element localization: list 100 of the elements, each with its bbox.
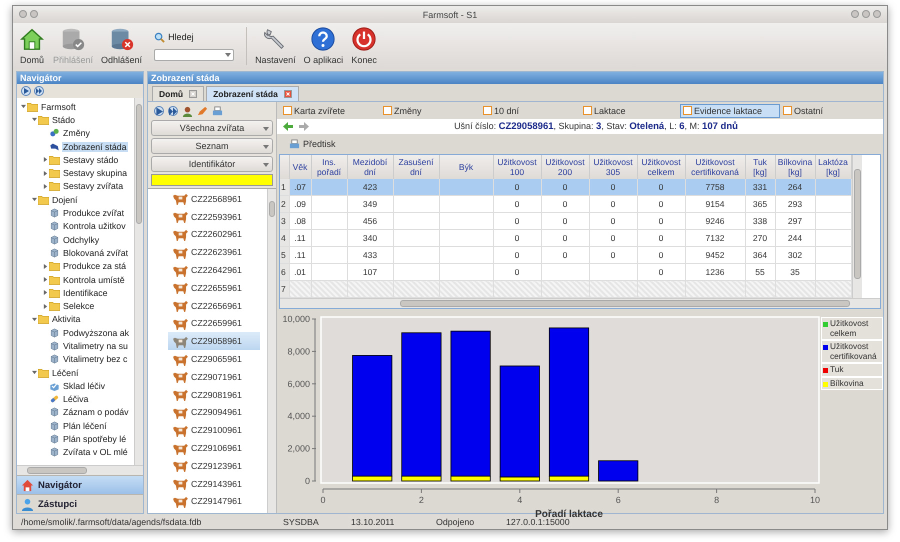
column-header[interactable]: Věk: [289, 155, 311, 179]
tree-item[interactable]: Zvířata v OL mlé: [62, 447, 129, 458]
tree-item[interactable]: Stádo: [51, 114, 76, 125]
animal-list-item[interactable]: CZ22623961: [168, 243, 260, 262]
tree-item[interactable]: Farmsoft: [40, 102, 77, 112]
animal-list-item[interactable]: CZ29100961: [168, 421, 260, 440]
expand-arrow-icon[interactable]: [42, 170, 48, 176]
scrollbar[interactable]: [267, 189, 276, 513]
tree-item[interactable]: Sestavy zvířata: [62, 181, 124, 192]
expand-arrow-icon[interactable]: [42, 264, 48, 269]
animal-list-item[interactable]: CZ22655961: [168, 278, 260, 297]
tab[interactable]: Zobrazení stáda: [206, 86, 299, 101]
animal-list-item[interactable]: CZ22602961: [168, 226, 260, 244]
expand-arrow-icon[interactable]: [42, 290, 48, 296]
animal-list-item[interactable]: CZ29143961: [168, 474, 260, 493]
expand-arrow-icon[interactable]: [42, 184, 48, 189]
animal-list-item[interactable]: CZ29123961: [168, 456, 260, 475]
expand-arrow-icon[interactable]: [42, 157, 48, 162]
scrollbar[interactable]: [17, 465, 143, 475]
tree-item[interactable]: Identifikace: [62, 288, 108, 298]
collapse-arrow-icon[interactable]: [20, 104, 26, 110]
collapse-arrow-icon[interactable]: [32, 370, 36, 376]
tree-item[interactable]: Zobrazení stáda: [62, 142, 128, 152]
filter-dropdown[interactable]: Seznam: [151, 138, 273, 154]
tab[interactable]: 10 dní: [480, 104, 580, 118]
tree-item[interactable]: Blokovaná zvířat: [62, 248, 130, 258]
fast-forward-button[interactable]: [34, 86, 44, 96]
tree-item[interactable]: Sestavy skupina: [62, 168, 128, 178]
column-header[interactable]: Užitkovost celkem: [637, 155, 685, 179]
window-menu-button[interactable]: [19, 10, 27, 18]
animal-list-item[interactable]: CZ22659961: [168, 314, 260, 332]
back-arrow-icon[interactable]: [283, 122, 293, 131]
toolbar-button[interactable]: Konec: [349, 23, 380, 69]
close-icon[interactable]: [284, 90, 292, 98]
tree-item[interactable]: Plán léčení: [62, 420, 108, 431]
play-button[interactable]: [21, 86, 31, 96]
column-header[interactable]: Laktóza [kg]: [815, 155, 851, 179]
window-pin-button[interactable]: [30, 10, 38, 18]
tree-item[interactable]: Kontrola užitkov: [62, 221, 127, 232]
tree-item[interactable]: Vitalimetry na su: [62, 340, 129, 351]
tab[interactable]: Evidence laktace: [680, 104, 780, 118]
filter-dropdown[interactable]: Identifikátor: [151, 156, 273, 172]
navigator-section-button[interactable]: Zástupci: [17, 494, 143, 513]
tree-item[interactable]: Kontrola umístě: [62, 274, 126, 284]
tree-item[interactable]: Léčiva: [62, 394, 90, 404]
expand-arrow-icon[interactable]: [42, 277, 48, 282]
scrollbar[interactable]: [280, 298, 880, 308]
column-header[interactable]: Mezidobí dní: [347, 155, 393, 179]
animal-list-item[interactable]: CZ29065961: [168, 350, 260, 368]
tree-item[interactable]: Produkce za stá: [62, 261, 128, 272]
animal-list-item[interactable]: CZ29058961: [168, 332, 260, 350]
person-icon[interactable]: [182, 106, 193, 116]
tree-item[interactable]: Selekce: [62, 301, 96, 312]
play-button[interactable]: [154, 106, 164, 116]
collapse-arrow-icon[interactable]: [32, 316, 36, 322]
tree-item[interactable]: Vitalimetry bez c: [62, 354, 128, 364]
search-combo[interactable]: [154, 48, 234, 60]
column-header[interactable]: Ins. pořadí: [311, 155, 347, 179]
expand-arrow-icon[interactable]: [42, 304, 48, 309]
close-icon[interactable]: [189, 90, 198, 98]
column-header[interactable]: Tuk [kg]: [745, 155, 775, 179]
print-button[interactable]: Předtisk: [283, 138, 342, 150]
tree-item[interactable]: Plán spotřeby lé: [62, 434, 128, 444]
tab[interactable]: Domů: [152, 86, 204, 101]
tab[interactable]: Laktace: [580, 104, 680, 118]
animal-list-item[interactable]: CZ29094961: [168, 404, 260, 422]
navigator-section-button[interactable]: Navigátor: [17, 475, 143, 494]
tab[interactable]: Ostatní: [780, 104, 880, 118]
animal-list-item[interactable]: CZ29071961: [168, 368, 260, 386]
collapse-arrow-icon[interactable]: [32, 117, 36, 122]
column-header[interactable]: Býk: [439, 155, 493, 179]
tree-item[interactable]: Sklad léčiv: [62, 380, 106, 391]
toolbar-button[interactable]: Domů: [17, 23, 47, 69]
animal-list-item[interactable]: CZ29147961: [168, 492, 260, 510]
column-header[interactable]: Zasušení dní: [393, 155, 439, 179]
toolbar-button[interactable]: Nastavení: [253, 23, 298, 69]
animal-list-item[interactable]: CZ29081961: [168, 386, 260, 404]
tree-item[interactable]: Podwyższona ak: [62, 328, 130, 338]
column-header[interactable]: Bílkovina [kg]: [775, 155, 815, 179]
toolbar-button[interactable]: O aplikaci: [302, 23, 346, 69]
close-button[interactable]: [873, 10, 881, 18]
filter-dropdown[interactable]: Všechna zvířata: [151, 120, 273, 136]
animal-list-item[interactable]: CZ29106961: [168, 439, 260, 457]
column-header[interactable]: Užitkovost 100: [493, 155, 541, 179]
animal-list-item[interactable]: CZ22642961: [168, 261, 260, 279]
tree-item[interactable]: Produkce zvířat: [62, 208, 126, 218]
filter-field[interactable]: [151, 174, 273, 186]
column-header[interactable]: Užitkovost 305: [589, 155, 637, 179]
scrollbar[interactable]: [852, 155, 862, 298]
toolbar-button[interactable]: Odhlášení: [99, 23, 144, 69]
forward-arrow-icon[interactable]: [299, 122, 309, 131]
tree-item[interactable]: Aktivita: [51, 314, 82, 324]
tree-item[interactable]: Záznam o podáv: [62, 407, 130, 418]
tree-item[interactable]: Dojení: [51, 194, 78, 205]
fast-forward-button[interactable]: [168, 106, 178, 116]
scrollbar[interactable]: [134, 98, 143, 465]
tree-item[interactable]: Sestavy stádo: [62, 154, 120, 165]
printer-icon[interactable]: [212, 106, 223, 116]
tree-item[interactable]: Odchylky: [62, 234, 100, 245]
pencil-icon[interactable]: [197, 106, 208, 116]
